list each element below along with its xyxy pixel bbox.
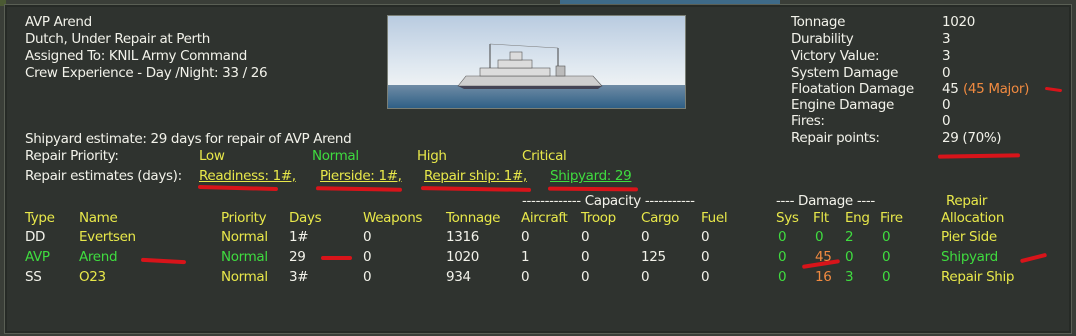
row3-priority[interactable]: Normal bbox=[221, 269, 268, 285]
row1-weapons: 0 bbox=[363, 229, 372, 245]
ship-image bbox=[387, 15, 686, 109]
estimate-shipyard-link[interactable]: Shipyard: 29 bbox=[550, 168, 632, 184]
estimate-pierside-link[interactable]: Pierside: 1#, bbox=[320, 168, 402, 184]
col-header-type[interactable]: Type bbox=[25, 210, 55, 226]
row2-cargo: 125 bbox=[641, 249, 666, 265]
row1-name[interactable]: Evertsen bbox=[79, 229, 136, 245]
stat-label-victory: Victory Value: bbox=[791, 48, 880, 64]
stat-label-fires: Fires: bbox=[791, 113, 825, 129]
stat-value-durability: 3 bbox=[942, 31, 951, 47]
row3-fire: 0 bbox=[882, 269, 891, 285]
row3-flt: 16 bbox=[815, 269, 832, 285]
row1-days: 1# bbox=[289, 229, 309, 245]
row3-type: SS bbox=[25, 269, 42, 285]
col-header-tonnage[interactable]: Tonnage bbox=[446, 210, 500, 226]
priority-option-low[interactable]: Low bbox=[199, 148, 225, 164]
priority-option-critical[interactable]: Critical bbox=[522, 148, 567, 164]
assigned-to[interactable]: Assigned To: KNIL Army Command bbox=[25, 48, 247, 64]
row2-troop: 0 bbox=[581, 249, 590, 265]
row1-eng: 2 bbox=[845, 229, 854, 245]
ship-picture bbox=[388, 16, 685, 108]
row1-troop: 0 bbox=[581, 229, 590, 245]
damage-group-header: ---- Damage ---- bbox=[776, 193, 875, 209]
estimate-repair-ship-link[interactable]: Repair ship: 1#, bbox=[424, 168, 527, 184]
col-header-fuel[interactable]: Fuel bbox=[701, 210, 728, 226]
col-header-days[interactable]: Days bbox=[289, 210, 322, 226]
row3-name[interactable]: O23 bbox=[79, 269, 106, 285]
row2-priority[interactable]: Normal bbox=[221, 249, 268, 265]
row1-flt: 0 bbox=[815, 229, 824, 245]
row1-cargo: 0 bbox=[641, 229, 650, 245]
stat-value-fires: 0 bbox=[942, 113, 951, 129]
row2-fire: 0 bbox=[882, 249, 891, 265]
stat-label-repair-points: Repair points: bbox=[791, 130, 880, 146]
priority-option-normal[interactable]: Normal bbox=[312, 148, 359, 164]
row1-sys: 0 bbox=[778, 229, 787, 245]
stat-label-durability: Durability bbox=[791, 31, 854, 47]
repair-estimates-label: Repair estimates (days): bbox=[25, 168, 182, 184]
col-header-allocation[interactable]: Allocation bbox=[941, 210, 1004, 226]
row1-tonnage: 1316 bbox=[446, 229, 479, 245]
ship-status: Dutch, Under Repair at Perth bbox=[25, 31, 210, 47]
stat-value-tonnage: 1020 bbox=[942, 14, 975, 30]
estimate-readiness-link[interactable]: Readiness: 1#, bbox=[199, 168, 296, 184]
stat-value-floatation-damage: 45 bbox=[942, 81, 959, 97]
row1-priority[interactable]: Normal bbox=[221, 229, 268, 245]
stat-label-engine-damage: Engine Damage bbox=[791, 97, 894, 113]
stat-value-victory: 3 bbox=[942, 48, 951, 64]
row2-aircraft: 1 bbox=[521, 249, 530, 265]
capacity-group-header: ------------- Capacity ----------- bbox=[522, 193, 695, 209]
row3-sys: 0 bbox=[778, 269, 787, 285]
row3-tonnage: 934 bbox=[446, 269, 471, 285]
stat-label-floatation-damage: Floatation Damage bbox=[791, 81, 914, 97]
row3-eng: 3 bbox=[845, 269, 854, 285]
row2-name[interactable]: Arend bbox=[79, 249, 118, 265]
row3-cargo: 0 bbox=[641, 269, 650, 285]
col-header-name[interactable]: Name bbox=[79, 210, 118, 226]
stat-value-engine-damage: 0 bbox=[942, 97, 951, 113]
row3-weapons: 0 bbox=[363, 269, 372, 285]
row1-fuel: 0 bbox=[701, 229, 710, 245]
repair-group-header: Repair bbox=[946, 193, 988, 209]
col-header-priority[interactable]: Priority bbox=[221, 210, 267, 226]
row2-fuel: 0 bbox=[701, 249, 710, 265]
priority-option-high[interactable]: High bbox=[417, 148, 447, 164]
stat-value-repair-points: 29 (70%) bbox=[942, 130, 1002, 146]
col-header-fire[interactable]: Fire bbox=[880, 210, 903, 226]
row2-tonnage: 1020 bbox=[446, 249, 479, 265]
row1-type: DD bbox=[25, 229, 46, 245]
row2-sys: 0 bbox=[778, 249, 787, 265]
col-header-eng[interactable]: Eng bbox=[845, 210, 870, 226]
col-header-cargo[interactable]: Cargo bbox=[641, 210, 679, 226]
stat-label-tonnage: Tonnage bbox=[791, 14, 846, 30]
row1-fire: 0 bbox=[882, 229, 891, 245]
row1-allocation[interactable]: Pier Side bbox=[941, 229, 997, 245]
row3-troop: 0 bbox=[581, 269, 590, 285]
stat-extra-floatation-major: (45 Major) bbox=[963, 81, 1029, 97]
annotation-mark-days bbox=[321, 256, 352, 260]
col-header-flt[interactable]: Flt bbox=[813, 210, 829, 226]
row3-allocation[interactable]: Repair Ship bbox=[941, 269, 1014, 285]
col-header-aircraft[interactable]: Aircraft bbox=[521, 210, 568, 226]
col-header-weapons[interactable]: Weapons bbox=[363, 210, 422, 226]
row1-aircraft: 0 bbox=[521, 229, 530, 245]
stat-value-system-damage: 0 bbox=[942, 65, 951, 81]
col-header-troop[interactable]: Troop bbox=[581, 210, 616, 226]
annotation-mark-shipyard bbox=[547, 186, 639, 192]
stat-label-system-damage: System Damage bbox=[791, 65, 899, 81]
row2-eng: 0 bbox=[845, 249, 854, 265]
row3-days: 3# bbox=[289, 269, 309, 285]
row2-weapons: 0 bbox=[363, 249, 372, 265]
repair-priority-label: Repair Priority: bbox=[25, 148, 119, 164]
shipyard-estimate: Shipyard estimate: 29 days for repair of… bbox=[25, 131, 352, 147]
row2-type: AVP bbox=[25, 249, 50, 265]
col-header-sys[interactable]: Sys bbox=[776, 210, 799, 226]
crew-experience: Crew Experience - Day /Night: 33 / 26 bbox=[25, 65, 268, 81]
ship-name: AVP Arend bbox=[25, 14, 92, 30]
row3-fuel: 0 bbox=[701, 269, 710, 285]
row3-aircraft: 0 bbox=[521, 269, 530, 285]
row2-allocation[interactable]: Shipyard bbox=[941, 249, 998, 265]
row2-days: 29 bbox=[289, 249, 306, 265]
